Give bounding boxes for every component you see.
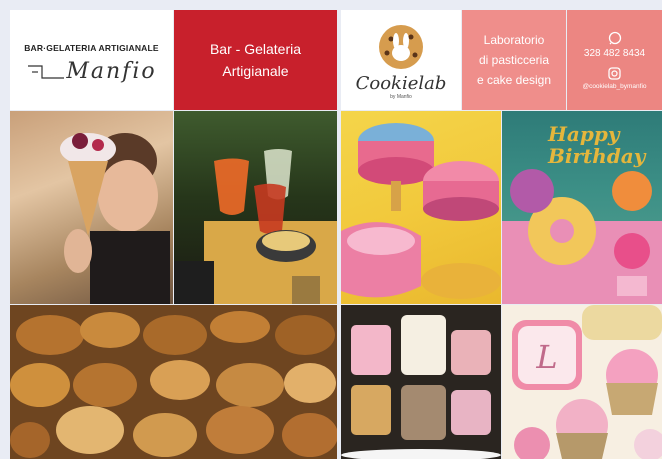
manfio-logo-card: BAR·GELATERIA ARTIGIANALE Manfio	[10, 10, 173, 110]
cookie-bunny-icon	[379, 24, 423, 69]
phone-number[interactable]: 328 482 8434	[584, 48, 645, 59]
cookielab-logo-card: Cookielab by Manfio	[341, 10, 461, 110]
instagram-icon	[608, 66, 621, 80]
lab-line1: Laboratorio	[483, 33, 545, 47]
cookielab-brand: Cookielab	[355, 72, 447, 94]
contact-box: 328 482 8434 @cookielab_bymanfio	[567, 10, 662, 110]
cakes-photo	[341, 111, 501, 304]
happy-birthday-text: Happy Birthday	[548, 122, 646, 168]
laboratorio-box: Laboratorio di pasticceria e cake design	[462, 10, 566, 110]
whatsapp-icon	[608, 31, 621, 44]
manfio-wordmark: Manfio	[26, 59, 156, 84]
pastries-photo	[10, 305, 337, 459]
birthday-cake-photo: Happy Birthday	[502, 111, 662, 304]
petit-fours-photo	[341, 305, 501, 459]
gelato-photo	[10, 111, 173, 304]
cup-icon	[28, 65, 65, 79]
lab-line2: di pasticceria	[478, 53, 550, 67]
logo-tagline: BAR·GELATERIA ARTIGIANALE	[24, 42, 159, 53]
instagram-handle[interactable]: @cookielab_bymanfio	[582, 83, 646, 90]
red-line1: Bar - Gelateria	[209, 41, 302, 57]
decorated-cookies-photo: L	[502, 305, 662, 459]
cookielab-by: by Manfio	[390, 93, 412, 100]
bar-gelateria-box: Bar - Gelateria Artigianale	[174, 10, 337, 110]
spritz-photo	[174, 111, 337, 304]
svg-text:L: L	[535, 338, 557, 376]
lab-line3: e cake design	[476, 73, 552, 87]
brand-name: Manfio	[66, 58, 157, 84]
red-line2: Artigianale	[222, 63, 289, 79]
